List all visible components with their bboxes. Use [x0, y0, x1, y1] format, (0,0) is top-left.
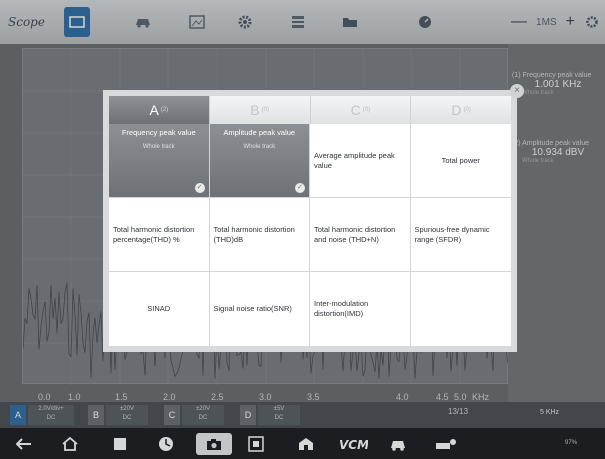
- tab-a-label: A: [149, 102, 159, 118]
- option-label: Spurious-free dynamic range (SFDR): [414, 224, 490, 244]
- measurement-option-thd-percent[interactable]: Total harmonic distortion percentage(THD…: [109, 198, 210, 272]
- option-sublabel: Whole track: [243, 144, 276, 150]
- option-label: Total harmonic distortion and noise (THD…: [314, 224, 396, 244]
- measurement-grid: Frequency peak value Whole track ✓ Ampli…: [109, 124, 511, 346]
- measurement-option-imd[interactable]: Inter-modulation distortion(IMD): [310, 272, 411, 346]
- tab-channel-c[interactable]: C (0): [310, 96, 412, 124]
- measurement-select-dialog: A (2) B (0) C (0) D (0) Frequency peak value…: [103, 90, 517, 352]
- check-icon: ✓: [194, 183, 205, 193]
- option-label: SINAD: [147, 304, 171, 313]
- measurement-option-snr[interactable]: Signal noise ratio(SNR): [210, 272, 310, 346]
- option-label: Signal noise ratio(SNR): [213, 304, 292, 313]
- close-dialog-button[interactable]: ×: [510, 84, 524, 98]
- option-label: Average amplitude peak value: [314, 150, 395, 170]
- option-label: Inter-modulation distortion(IMD): [314, 299, 369, 318]
- tab-c-label: C: [350, 102, 361, 118]
- option-sublabel: Whole track: [142, 144, 175, 150]
- tab-channel-d[interactable]: D (0): [411, 96, 511, 124]
- measurement-option-thd-n[interactable]: Total harmonic distortion and noise (THD…: [310, 198, 411, 272]
- option-label: Frequency peak value: [121, 128, 196, 137]
- measurement-option-amplitude-peak[interactable]: Amplitude peak value Whole track ✓: [209, 124, 310, 198]
- option-label: Total harmonic distortion (THD)dB: [213, 224, 295, 244]
- tab-c-count: (0): [362, 107, 371, 113]
- measurement-option-total-power[interactable]: Total power: [410, 124, 511, 198]
- tab-channel-a[interactable]: A (2): [109, 96, 210, 124]
- option-label: Total power: [441, 155, 480, 165]
- check-icon: ✓: [295, 183, 305, 193]
- measurement-option-sfdr[interactable]: Spurious-free dynamic range (SFDR): [410, 198, 511, 272]
- channel-tabs: A (2) B (0) C (0) D (0): [109, 96, 511, 124]
- measurement-option-sinad[interactable]: SINAD: [109, 272, 210, 346]
- measurement-option-thd-db[interactable]: Total harmonic distortion (THD)dB: [209, 198, 310, 272]
- option-label: Amplitude peak value: [223, 128, 296, 137]
- tab-d-count: (0): [463, 107, 471, 113]
- tab-b-label: B: [250, 102, 260, 118]
- tab-d-label: D: [451, 102, 462, 118]
- tab-a-count: (2): [160, 107, 169, 113]
- measurement-option-empty: [411, 272, 512, 346]
- measurement-option-average-amplitude-peak[interactable]: Average amplitude peak value: [310, 124, 411, 198]
- option-label: Total harmonic distortion percentage(THD…: [113, 224, 195, 244]
- tab-b-count: (0): [261, 107, 269, 113]
- tab-channel-b[interactable]: B (0): [209, 96, 311, 124]
- measurement-option-frequency-peak[interactable]: Frequency peak value Whole track ✓: [109, 124, 210, 198]
